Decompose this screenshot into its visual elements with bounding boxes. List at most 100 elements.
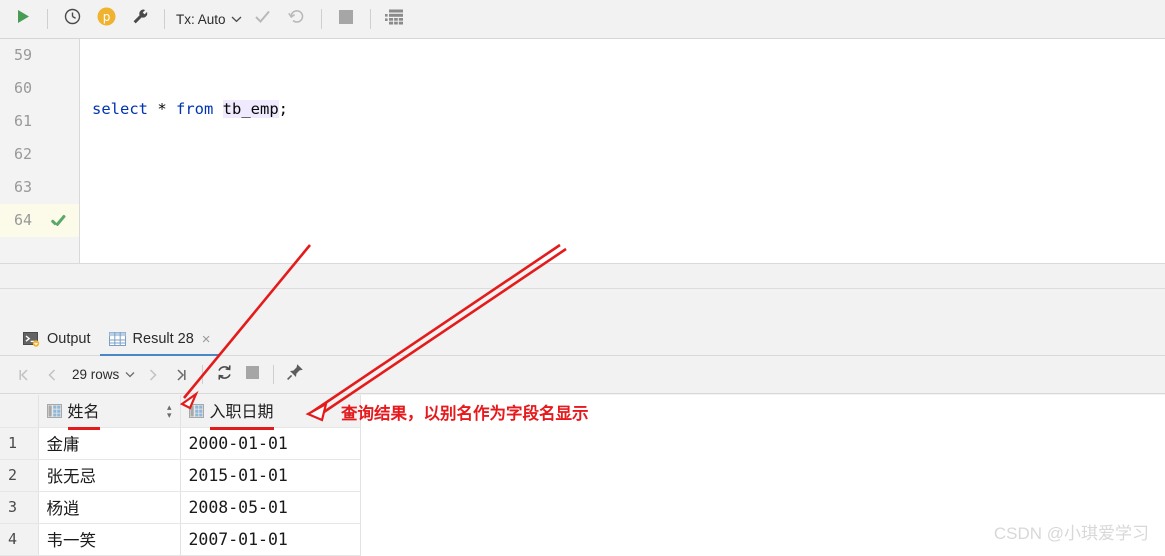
next-page-button[interactable] bbox=[139, 361, 167, 389]
wrench-icon bbox=[132, 8, 149, 30]
cell-name[interactable]: 韦一笑 bbox=[38, 523, 181, 556]
grid-toolbar-divider-2 bbox=[273, 365, 275, 384]
svg-text:p: p bbox=[102, 10, 110, 24]
line-number: 62 bbox=[13, 145, 32, 163]
row-count-chevron-down-icon[interactable] bbox=[121, 361, 139, 389]
line-number: 59 bbox=[13, 46, 32, 64]
row-number: 1 bbox=[0, 427, 39, 460]
pin-icon bbox=[286, 363, 304, 386]
cell-entrydate[interactable]: 2000-01-01 bbox=[180, 427, 361, 460]
tab-label: Result 28 bbox=[132, 331, 194, 347]
table-data-icon bbox=[385, 9, 404, 30]
gutter-line-62[interactable]: 62 bbox=[0, 138, 79, 171]
rollback-button[interactable] bbox=[282, 4, 312, 34]
result-grid[interactable]: 姓名 ▴ ▾ 入职日期 ▴ ▾ 1 金庸 2000-01-01 2 张无忌 20… bbox=[0, 395, 1165, 556]
run-button[interactable] bbox=[8, 4, 38, 34]
cell-name[interactable]: 金庸 bbox=[38, 427, 181, 460]
pin-tab-button[interactable] bbox=[281, 361, 309, 389]
gutter-line-64[interactable]: 64 bbox=[0, 204, 79, 237]
line-number: 63 bbox=[13, 178, 32, 196]
row-count-label: 29 rows bbox=[72, 367, 120, 382]
panel-gap bbox=[0, 264, 1165, 322]
sort-toggle[interactable]: ▴ ▾ bbox=[166, 402, 172, 420]
gutter-line-63[interactable]: 63 bbox=[0, 171, 79, 204]
last-page-button[interactable] bbox=[167, 361, 195, 389]
profile-button[interactable]: p bbox=[91, 4, 121, 34]
tab-output[interactable]: Output bbox=[14, 323, 100, 355]
grid-toolbar-divider-1 bbox=[202, 365, 204, 384]
chevron-down-icon bbox=[228, 4, 246, 34]
result-grid-icon bbox=[108, 331, 126, 347]
check-icon bbox=[254, 8, 271, 30]
p-circle-icon: p bbox=[97, 7, 116, 31]
table-row[interactable]: 2 张无忌 2015-01-01 bbox=[0, 459, 361, 492]
tx-mode-selector[interactable]: Tx: Auto bbox=[172, 4, 246, 34]
play-icon bbox=[16, 9, 30, 29]
rownum-header bbox=[0, 395, 39, 428]
keyword-select: select bbox=[92, 100, 148, 118]
star-token: * bbox=[148, 100, 176, 118]
stop-square-icon bbox=[245, 365, 259, 384]
table-row[interactable]: 4 韦一笑 2007-01-01 bbox=[0, 523, 361, 556]
refresh-icon bbox=[216, 364, 233, 386]
stop-square-icon bbox=[338, 9, 353, 29]
code-area[interactable]: select * from tb_emp; -- 3. 查询所有员工的 name… bbox=[81, 39, 1165, 264]
table-row[interactable]: 1 金庸 2000-01-01 bbox=[0, 427, 361, 460]
history-button[interactable] bbox=[57, 4, 87, 34]
table-row[interactable]: 3 杨逍 2008-05-01 bbox=[0, 491, 361, 524]
toolbar-divider-4 bbox=[369, 9, 371, 29]
column-header-entrydate[interactable]: 入职日期 ▴ ▾ bbox=[180, 395, 361, 430]
tx-mode-label: Tx: Auto bbox=[176, 11, 226, 27]
red-underline-annotation bbox=[67, 426, 100, 430]
toolbar-divider-1 bbox=[47, 9, 48, 29]
rollback-icon bbox=[288, 8, 305, 30]
commit-button[interactable] bbox=[248, 4, 278, 34]
run-statement-check-icon[interactable] bbox=[49, 204, 67, 237]
line-number: 61 bbox=[13, 112, 32, 130]
gutter-line-61[interactable]: 61 bbox=[0, 105, 79, 138]
cell-entrydate[interactable]: 2015-01-01 bbox=[180, 459, 361, 492]
main-toolbar: p Tx: Auto bbox=[0, 0, 1165, 39]
cell-name[interactable]: 张无忌 bbox=[38, 459, 181, 492]
first-page-button[interactable] bbox=[10, 361, 38, 389]
gutter-line-59[interactable]: 59 bbox=[0, 39, 79, 72]
sql-editor[interactable]: 59 60 61 62 63 64 select * from tb_emp; … bbox=[0, 39, 1165, 264]
toolbar-divider-3 bbox=[320, 9, 322, 29]
prev-page-button[interactable] bbox=[38, 361, 66, 389]
grid-toolbar: 29 rows bbox=[0, 356, 1165, 394]
column-header-name[interactable]: 姓名 ▴ ▾ bbox=[38, 395, 181, 430]
code-line-60[interactable] bbox=[81, 180, 1165, 213]
line-number: 64 bbox=[13, 211, 32, 229]
keyword-from: from bbox=[176, 100, 214, 118]
line-number: 60 bbox=[13, 79, 32, 97]
code-line-59[interactable]: select * from tb_emp; bbox=[81, 93, 1165, 126]
toolbar-divider-2 bbox=[164, 9, 165, 29]
column-header-label: 入职日期 bbox=[209, 398, 274, 430]
cell-entrydate[interactable]: 2008-05-01 bbox=[180, 491, 361, 524]
close-icon[interactable]: × bbox=[202, 332, 211, 347]
red-underline-annotation bbox=[209, 426, 274, 430]
sort-toggle[interactable]: ▴ ▾ bbox=[346, 402, 352, 420]
semicolon: ; bbox=[278, 100, 289, 118]
column-icon bbox=[46, 403, 62, 418]
reload-button[interactable] bbox=[210, 361, 238, 389]
table-header-row: 姓名 ▴ ▾ 入职日期 ▴ ▾ bbox=[0, 395, 361, 430]
result-table: 姓名 ▴ ▾ 入职日期 ▴ ▾ 1 金庸 2000-01-01 2 张无忌 20… bbox=[0, 395, 361, 556]
settings-button[interactable] bbox=[125, 4, 155, 34]
sort-desc-icon: ▾ bbox=[346, 409, 352, 420]
stop-query-button[interactable] bbox=[238, 361, 266, 389]
sort-desc-icon: ▾ bbox=[166, 409, 172, 420]
row-number: 2 bbox=[0, 459, 39, 492]
tab-result-28[interactable]: Result 28 × bbox=[99, 323, 220, 356]
panel-divider[interactable] bbox=[0, 288, 1165, 289]
gutter-line-60[interactable]: 60 bbox=[0, 72, 79, 105]
stop-button[interactable] bbox=[331, 4, 361, 34]
row-number: 4 bbox=[0, 523, 39, 556]
data-view-button[interactable] bbox=[380, 4, 410, 34]
results-panel: Output Result 28 × 29 rows 姓名 ▴ ▾ 入职日期 ▴… bbox=[0, 322, 1165, 556]
cell-name[interactable]: 杨逍 bbox=[38, 491, 181, 524]
cell-entrydate[interactable]: 2007-01-01 bbox=[180, 523, 361, 556]
results-tabs: Output Result 28 × bbox=[0, 322, 1165, 356]
console-output-icon bbox=[23, 331, 40, 347]
